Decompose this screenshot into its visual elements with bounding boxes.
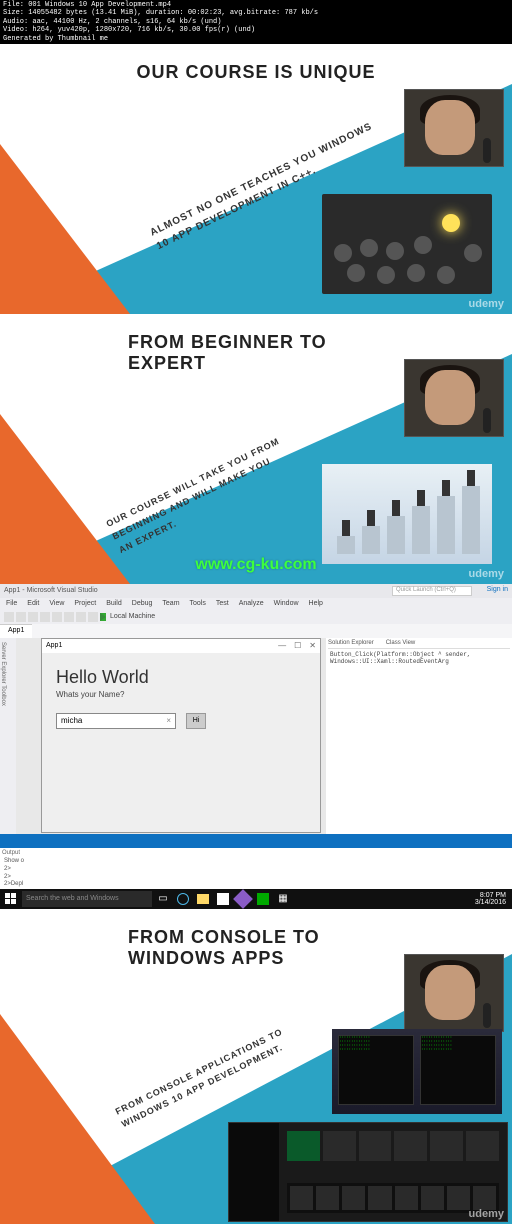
maximize-icon[interactable]: ☐ [294,641,301,650]
quick-launch-input[interactable]: Quick Launch (Ctrl+Q) [392,586,472,596]
meta-audio: Audio: aac, 44100 Hz, 2 channels, s16, 6… [3,18,509,26]
open-button[interactable] [40,612,50,622]
play-icon[interactable] [100,613,106,621]
vs-sidebar[interactable]: Server Explorer Toolbox [0,638,16,834]
video-metadata: File: 001 Windows 10 App Development.mp4… [0,0,512,44]
menu-debug[interactable]: Debug [132,600,153,607]
forward-button[interactable] [16,612,26,622]
vs-right-panel: Solution Explorer Class View Button_Clic… [326,638,512,834]
output-label[interactable]: Output [0,848,512,858]
close-icon[interactable]: ✕ [309,641,316,650]
slide-title: FROM BEGINNER TO EXPERT [128,332,384,374]
hello-heading: Hello World [56,667,306,688]
menu-file[interactable]: File [6,600,17,607]
visual-studio-window: App1 - Microsoft Visual Studio Quick Lau… [0,584,512,889]
code-snippet: Button_Click(Platform::Object ^ sender, … [328,649,510,667]
music-sidebar [229,1123,279,1221]
slide-title: FROM CONSOLE TO WINDOWS APPS [128,927,384,969]
menu-help[interactable]: Help [309,600,323,607]
triangle-orange [0,414,130,584]
slide-title: OUR COURSE IS UNIQUE [136,62,375,83]
vs-title: App1 - Microsoft Visual Studio [4,587,98,594]
menu-team[interactable]: Team [162,600,179,607]
back-button[interactable] [4,612,14,622]
menu-project[interactable]: Project [74,600,96,607]
steps-image [322,464,492,564]
visual-studio-icon[interactable] [234,890,252,908]
music-app-screenshot [228,1122,508,1222]
hi-button[interactable]: Hi [186,713,206,729]
save-button[interactable] [52,612,62,622]
minimize-icon[interactable]: — [278,641,286,650]
save-all-button[interactable] [64,612,74,622]
menu-window[interactable]: Window [274,600,299,607]
output-content: Show o 2> 2> 2>Depl [0,858,512,889]
udemy-logo: udemy [469,855,504,867]
menu-build[interactable]: Build [106,600,122,607]
triangle-orange [0,144,130,314]
taskbar-search-input[interactable]: Search the web and Windows [22,891,152,907]
signin-link[interactable]: Sign in [487,586,508,593]
task-view-icon[interactable]: ▭ [154,890,172,908]
lightbulb-image [322,194,492,294]
menu-edit[interactable]: Edit [27,600,39,607]
meta-size: Size: 14055482 bytes (13.41 MiB), durati… [3,9,509,17]
menu-test[interactable]: Test [216,600,229,607]
vs-bottom-panel: Output Show o 2> 2> 2>Depl Error List [0,834,512,889]
microphone-icon [483,138,491,163]
store-icon[interactable] [214,890,232,908]
microphone-icon [483,1003,491,1028]
clear-input-icon[interactable]: × [166,716,171,725]
windows-logo-icon [5,893,16,904]
udemy-logo: udemy [469,568,504,580]
meta-gen: Generated by Thumbnail me [3,35,509,43]
udemy-logo: udemy [469,298,504,310]
start-button[interactable] [0,889,20,909]
menu-view[interactable]: View [49,600,64,607]
meta-file: File: 001 Windows 10 App Development.mp4 [3,1,509,9]
app-preview-window: App1 — ☐ ✕ Hello World Whats your Name? … [41,638,321,833]
vs-tabs: App1 [0,624,512,638]
webcam-feed [404,954,504,1032]
webcam-feed [404,359,504,437]
input-value: micha [61,716,82,725]
vs-mid-bar [0,834,512,848]
menu-tools[interactable]: Tools [190,600,206,607]
undo-button[interactable] [76,612,86,622]
vs-toolbar: Local Machine [0,610,512,624]
vs-titlebar: App1 - Microsoft Visual Studio Quick Lau… [0,584,512,598]
windows-taskbar: Search the web and Windows ▭ ▦ 8:07 PM 3… [0,889,512,909]
watermark: www.cg-ku.com [195,556,316,574]
vs-designer: App1 — ☐ ✕ Hello World Whats your Name? … [16,638,326,834]
vs-menubar: File Edit View Project Build Debug Team … [0,598,512,610]
slide-console: FROM CONSOLE TO WINDOWS APPS FROM CONSOL… [0,909,512,1224]
redo-button[interactable] [88,612,98,622]
class-view-tab[interactable]: Class View [386,640,416,646]
explorer-icon[interactable] [194,890,212,908]
taskbar-clock[interactable]: 8:07 PM 3/14/2016 [475,892,512,906]
meta-video: Video: h264, yuv420p, 1280x720, 716 kb/s… [3,26,509,34]
hello-subheading: Whats your Name? [56,690,306,699]
udemy-logo: udemy [469,1208,504,1220]
tab-app1[interactable]: App1 [0,624,32,638]
menu-analyze[interactable]: Analyze [239,600,264,607]
app-title: App1 [46,642,62,649]
webcam-feed [404,89,504,167]
console-screenshot: ::::::::::::::::::::::::::::::::::::::::… [332,1029,502,1114]
app-icon[interactable] [254,890,272,908]
run-target[interactable]: Local Machine [110,613,155,620]
app-icon-2[interactable]: ▦ [274,890,292,908]
slide-beginner: FROM BEGINNER TO EXPERT OUR COURSE WILL … [0,314,512,584]
microphone-icon [483,408,491,433]
solution-explorer-tab[interactable]: Solution Explorer [328,640,374,646]
name-input[interactable]: micha × [56,713,176,729]
slide-unique: OUR COURSE IS UNIQUE ALMOST NO ONE TEACH… [0,44,512,314]
edge-icon[interactable] [174,890,192,908]
app-titlebar: App1 — ☐ ✕ [42,639,320,653]
new-button[interactable] [28,612,38,622]
